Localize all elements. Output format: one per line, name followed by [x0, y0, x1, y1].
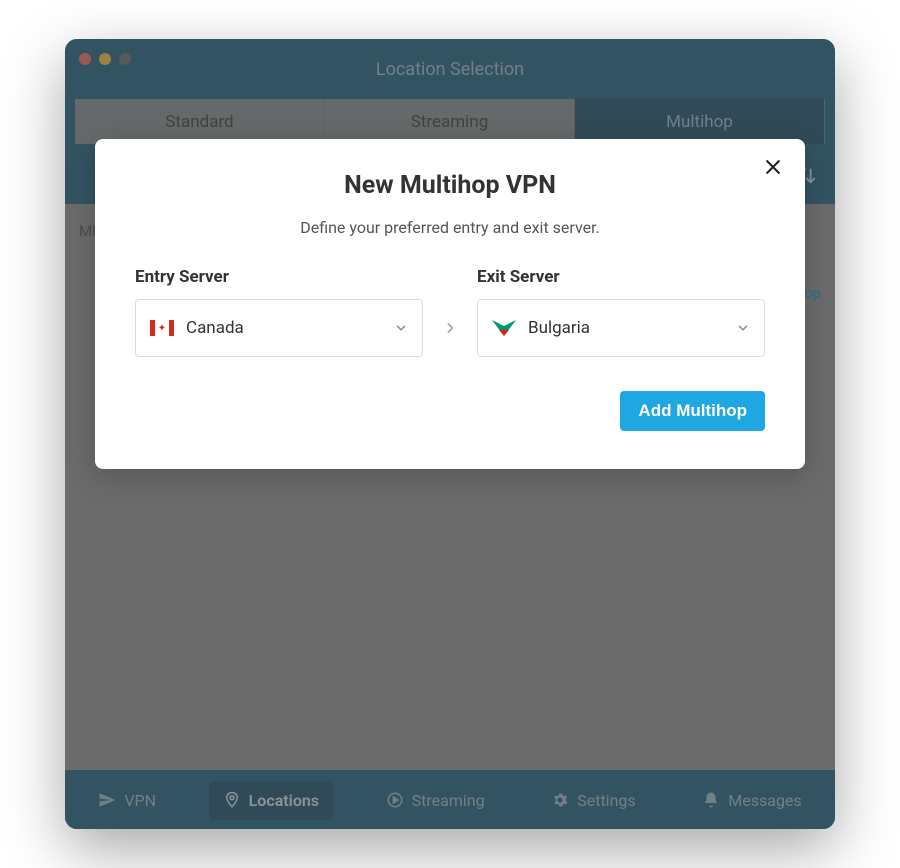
chevron-down-icon	[736, 321, 750, 335]
entry-server-select[interactable]: ✦ Canada	[135, 299, 423, 357]
canada-flag-icon: ✦	[150, 320, 174, 336]
chevron-down-icon	[394, 321, 408, 335]
arrow-right-icon	[435, 299, 465, 357]
close-icon[interactable]	[763, 157, 783, 177]
app-window: Location Selection Standard Streaming Mu…	[65, 39, 835, 829]
entry-server-value: Canada	[186, 318, 382, 338]
exit-server-value: Bulgaria	[528, 318, 724, 338]
modal-title: New Multihop VPN	[135, 171, 765, 200]
modal-subtitle: Define your preferred entry and exit ser…	[135, 218, 765, 237]
exit-server-block: Exit Server Bulgaria	[477, 267, 765, 357]
exit-server-select[interactable]: Bulgaria	[477, 299, 765, 357]
new-multihop-modal: New Multihop VPN Define your preferred e…	[95, 139, 805, 469]
modal-footer: Add Multihop	[135, 391, 765, 431]
entry-server-block: Entry Server ✦ Canada	[135, 267, 423, 357]
exit-server-label: Exit Server	[477, 267, 765, 287]
server-selection-row: Entry Server ✦ Canada Exit Server Bulgar…	[135, 267, 765, 357]
entry-server-label: Entry Server	[135, 267, 423, 287]
bulgaria-flag-icon	[492, 320, 516, 336]
add-multihop-button[interactable]: Add Multihop	[620, 391, 765, 431]
